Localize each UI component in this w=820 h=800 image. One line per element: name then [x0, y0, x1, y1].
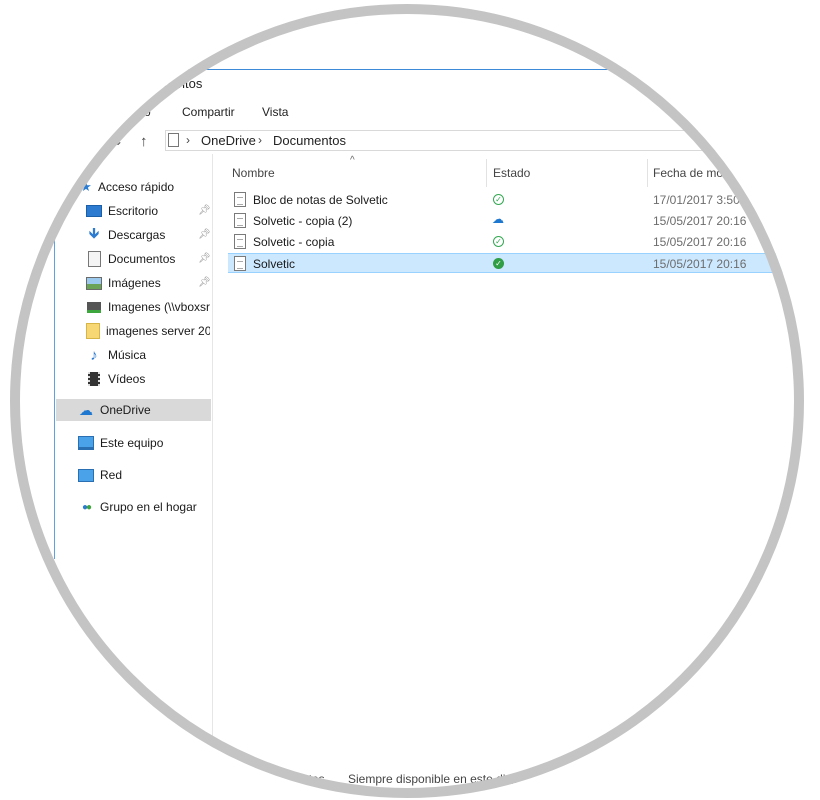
sidebar-item-este-equipo[interactable]: Este equipo: [78, 432, 208, 454]
sidebar-item-label: Imagenes (\\vboxsr: [107, 300, 210, 314]
column-header-nombre[interactable]: Nombre: [232, 166, 275, 180]
pictures-icon: [86, 275, 102, 291]
column-separator[interactable]: [486, 159, 487, 187]
file-date: 15/05/2017 20:16: [653, 235, 747, 249]
column-header-fecha[interactable]: Fecha de moc: [653, 166, 729, 180]
film-icon: [86, 371, 102, 387]
column-header-estado[interactable]: Estado: [493, 166, 530, 180]
file-row[interactable]: Bloc de notas de Solvetic ✓ 17/01/2017 3…: [228, 190, 804, 210]
sidebar-item-descargas[interactable]: 🡻 Descargas: [86, 224, 210, 246]
sidebar-item-red[interactable]: Red: [78, 464, 208, 486]
sidebar-item-label: Acceso rápido: [98, 180, 175, 194]
sidebar-item-label: Música: [108, 348, 147, 362]
homegroup-icon: ● ●: [81, 501, 92, 513]
ribbon-tab-inicio[interactable]: o: [144, 105, 151, 119]
sidebar-item-label: Descargas: [108, 228, 166, 242]
synced-check-icon: ✓: [493, 236, 504, 247]
breadcrumb-documentos[interactable]: Documentos: [273, 133, 346, 148]
sidebar-item-escritorio[interactable]: Escritorio: [86, 200, 210, 222]
sidebar-item-documentos[interactable]: Documentos: [86, 248, 210, 270]
sidebar-item-videos[interactable]: Vídeos: [86, 368, 210, 390]
text-file-icon: [234, 234, 246, 249]
onedrive-cloud-icon: ☁: [79, 401, 93, 418]
sidebar-item-grupo-en-el-hogar[interactable]: ● ● Grupo en el hogar: [78, 496, 212, 518]
file-date: 15/05/2017 20:16: [653, 214, 747, 228]
file-row[interactable]: Solvetic - copia (2) ☁ 15/05/2017 20:16: [228, 211, 804, 231]
ribbon-tab-vista[interactable]: Vista: [262, 105, 288, 119]
sidebar-item-label: imagenes server 201: [106, 324, 210, 338]
breadcrumb-separator[interactable]: ›: [186, 133, 190, 147]
file-name: Solvetic - copia (2): [253, 214, 353, 228]
text-file-icon: [234, 213, 246, 228]
pane-divider[interactable]: [212, 154, 213, 774]
computer-icon: [78, 435, 94, 451]
sidebar-item-imagenes-vboxsrv[interactable]: Imagenes (\\vboxsr: [86, 296, 210, 318]
column-separator[interactable]: [647, 159, 648, 187]
ribbon-tab-compartir[interactable]: Compartir: [182, 105, 235, 119]
file-row[interactable]: Solvetic - copia ✓ 15/05/2017 20:16: [228, 232, 804, 252]
music-note-icon: ♪: [90, 346, 98, 364]
title-bar-border: [10, 69, 804, 70]
file-name: Solvetic: [253, 257, 296, 271]
breadcrumb-separator[interactable]: ›: [258, 133, 262, 147]
pin-icon[interactable]: 📌︎: [198, 253, 211, 264]
nav-pane-edge: [54, 179, 55, 559]
sidebar-item-acceso-rapido[interactable]: ★ Acceso rápido: [78, 176, 218, 198]
recent-locations-chevron-icon[interactable]: ⌄: [113, 134, 123, 148]
folder-icon: [86, 323, 100, 339]
status-bar-availability: Siempre disponible en este disp: [348, 772, 519, 786]
always-available-check-icon: ✓: [493, 258, 504, 269]
file-date: 17/01/2017 3:50: [653, 193, 740, 207]
sidebar-item-label: OneDrive: [100, 403, 151, 417]
sidebar-item-label: Escritorio: [108, 204, 159, 218]
star-icon: ★: [80, 179, 92, 194]
online-only-cloud-icon: ☁: [492, 211, 504, 226]
breadcrumb-onedrive[interactable]: OneDrive: [201, 133, 256, 148]
network-drive-icon: [86, 299, 102, 315]
file-name: Bloc de notas de Solvetic: [253, 193, 388, 207]
sidebar-item-musica[interactable]: ♪ Música: [86, 344, 210, 366]
desktop-icon: [86, 203, 102, 219]
sidebar-item-onedrive[interactable]: ☁ OneDrive: [56, 399, 211, 421]
download-arrow-icon: 🡻: [88, 224, 100, 242]
network-icon: [78, 467, 94, 483]
sidebar-item-imagenes-server[interactable]: imagenes server 201: [86, 320, 210, 342]
sidebar-item-label: Documentos: [108, 252, 176, 266]
file-date: 15/05/2017 20:16: [653, 257, 747, 271]
file-name: Solvetic - copia: [253, 235, 335, 249]
sidebar-item-label: Grupo en el hogar: [100, 500, 197, 514]
address-location-icon: [168, 133, 179, 147]
pin-icon[interactable]: 📌︎: [198, 277, 211, 288]
sidebar-item-label: Imágenes: [108, 276, 161, 290]
sidebar-item-imagenes[interactable]: Imágenes: [86, 272, 210, 294]
pin-icon[interactable]: 📌︎: [198, 205, 211, 216]
shortcut-file-icon: [234, 192, 246, 207]
file-row-selected[interactable]: Solvetic ✓ 15/05/2017 20:16: [228, 253, 804, 273]
explorer-window-crop: cumentos o Compartir Vista ⌄ ↑ › OneDriv…: [10, 4, 804, 798]
window-title: cumentos: [146, 76, 203, 91]
status-bar-column-fragment: utes: [302, 772, 325, 786]
pin-icon[interactable]: 📌︎: [198, 229, 211, 240]
documents-icon: [86, 251, 102, 267]
sort-ascending-icon: ^: [350, 155, 355, 166]
text-file-icon: [234, 256, 246, 271]
synced-check-icon: ✓: [493, 194, 504, 205]
sidebar-item-label: Este equipo: [100, 436, 164, 450]
up-arrow-icon[interactable]: ↑: [140, 133, 148, 150]
sidebar-item-label: Red: [100, 468, 123, 482]
sidebar-item-label: Vídeos: [108, 372, 146, 386]
